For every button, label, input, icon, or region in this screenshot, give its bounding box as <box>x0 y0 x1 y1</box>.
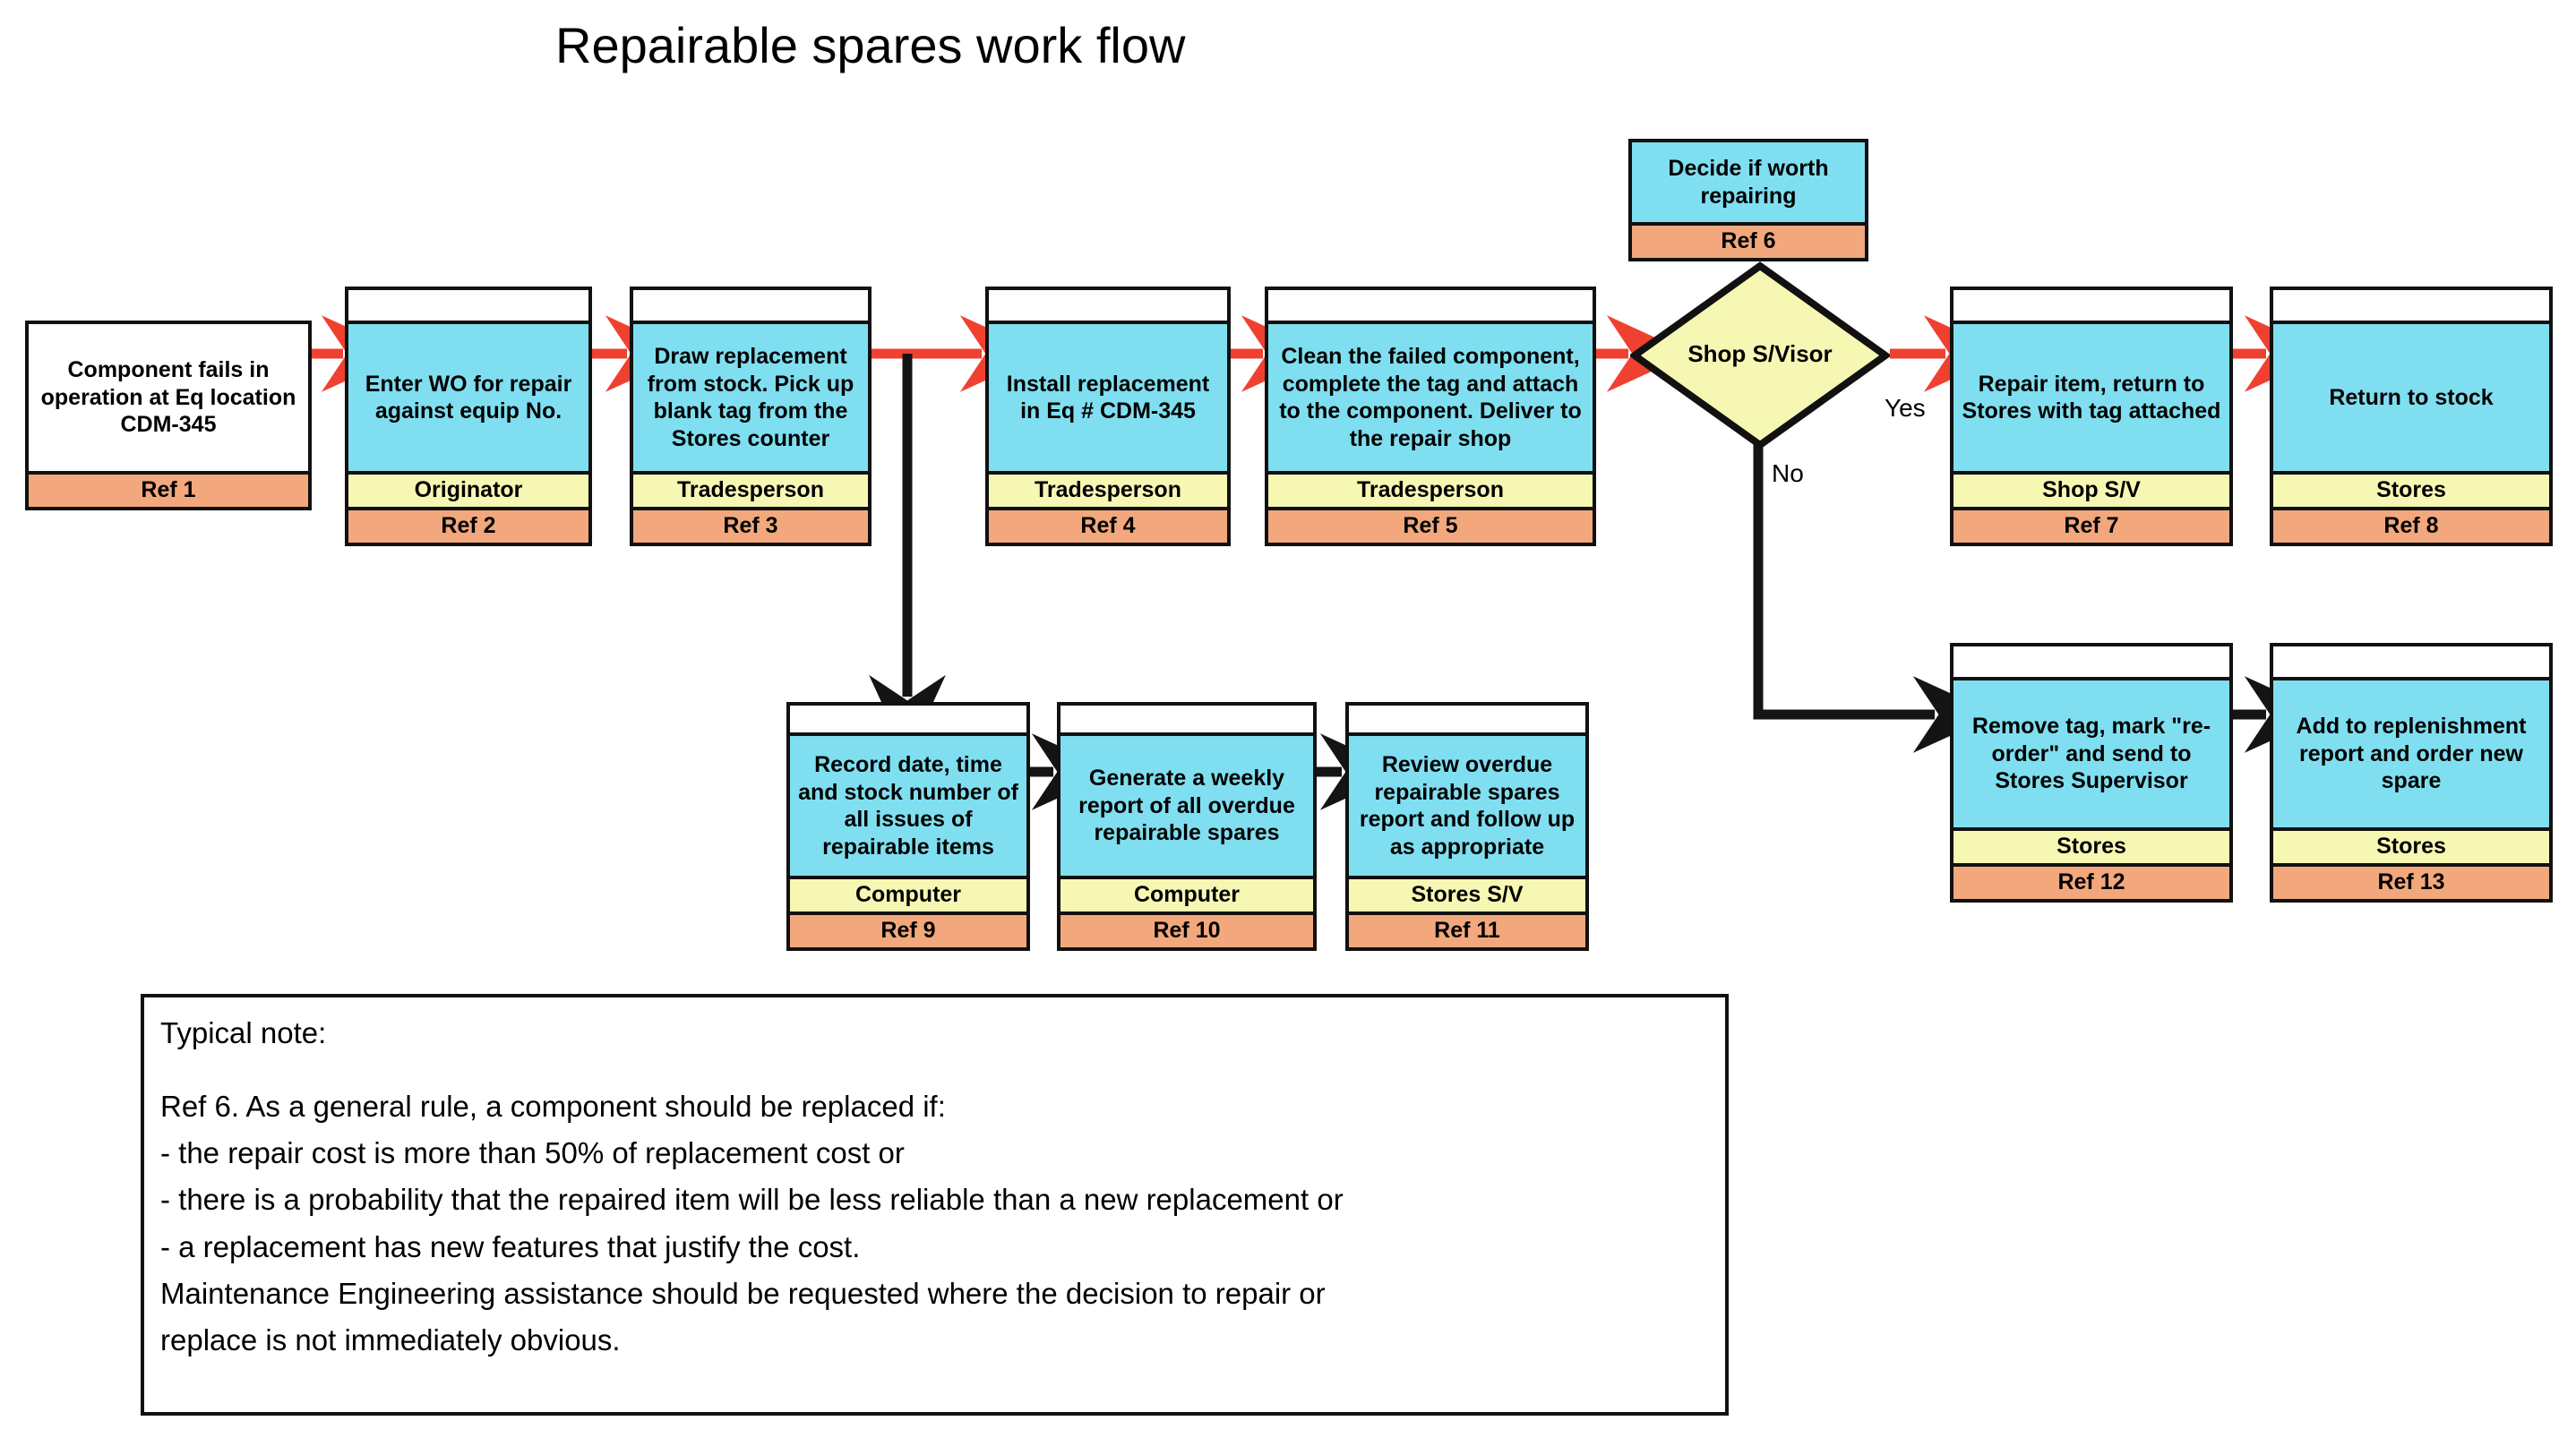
node-ref11-text: Review overdue repairable spares report … <box>1349 732 1585 876</box>
note-spacer <box>160 1057 1709 1083</box>
node-ref13-cap <box>2273 646 2549 677</box>
node-ref8-text: Return to stock <box>2273 321 2549 471</box>
node-ref3-text: Draw replacement from stock. Pick up bla… <box>633 321 868 471</box>
node-ref7-role: Shop S/V <box>1953 471 2229 507</box>
node-ref8[interactable]: Return to stock Stores Ref 8 <box>2270 287 2553 546</box>
node-ref10-text: Generate a weekly report of all overdue … <box>1060 732 1313 876</box>
node-ref9-cap <box>790 706 1026 732</box>
node-ref1-ref: Ref 1 <box>29 471 308 507</box>
node-ref10-role: Computer <box>1060 876 1313 912</box>
node-ref4-cap <box>989 290 1227 321</box>
edge-label-yes: Yes <box>1885 394 1926 422</box>
note-line-4: - a replacement has new features that ju… <box>160 1229 861 1263</box>
node-ref4[interactable]: Install replacement in Eq # CDM-345 Trad… <box>985 287 1231 546</box>
page-title: Repairable spares work flow <box>555 17 1186 73</box>
node-ref5-role: Tradesperson <box>1268 471 1593 507</box>
note-line-3: - there is a probability that the repair… <box>160 1183 1344 1217</box>
node-ref6-ref: Ref 6 <box>1632 222 1865 258</box>
node-ref10[interactable]: Generate a weekly report of all overdue … <box>1057 702 1317 951</box>
node-ref9-ref: Ref 9 <box>790 912 1026 947</box>
node-ref2[interactable]: Enter WO for repair against equip No. Or… <box>345 287 592 546</box>
node-ref8-ref: Ref 8 <box>2273 507 2549 543</box>
node-ref8-cap <box>2273 290 2549 321</box>
node-ref6[interactable]: Decide if worth repairing Ref 6 <box>1628 139 1868 261</box>
node-ref4-role: Tradesperson <box>989 471 1227 507</box>
node-ref12-cap <box>1953 646 2229 677</box>
node-ref12-ref: Ref 12 <box>1953 863 2229 899</box>
node-ref2-cap <box>348 290 588 321</box>
note-line-6: replace is not immediately obvious. <box>160 1322 621 1357</box>
node-ref3-role: Tradesperson <box>633 471 868 507</box>
node-ref10-cap <box>1060 706 1313 732</box>
node-ref1-text: Component fails in operation at Eq locat… <box>29 324 308 471</box>
decision-diamond-shape <box>1630 261 1890 449</box>
node-ref12-role: Stores <box>1953 827 2229 863</box>
node-ref7-cap <box>1953 290 2229 321</box>
node-ref13-text: Add to replenishment report and order ne… <box>2273 677 2549 827</box>
node-ref7-ref: Ref 7 <box>1953 507 2229 543</box>
node-ref9-role: Computer <box>790 876 1026 912</box>
node-ref9-text: Record date, time and stock number of al… <box>790 732 1026 876</box>
node-ref1[interactable]: Component fails in operation at Eq locat… <box>25 321 312 510</box>
node-ref10-ref: Ref 10 <box>1060 912 1313 947</box>
node-ref11[interactable]: Review overdue repairable spares report … <box>1345 702 1589 951</box>
node-ref12[interactable]: Remove tag, mark "re-order" and send to … <box>1950 643 2233 903</box>
node-ref7-text: Repair item, return to Stores with tag a… <box>1953 321 2229 471</box>
edge-label-no: No <box>1772 459 1804 487</box>
node-ref5-text: Clean the failed component, complete the… <box>1268 321 1593 471</box>
node-ref2-text: Enter WO for repair against equip No. <box>348 321 588 471</box>
node-ref2-ref: Ref 2 <box>348 507 588 543</box>
node-ref9[interactable]: Record date, time and stock number of al… <box>786 702 1030 951</box>
flowchart-canvas: Repairable spares work flow Component fa… <box>0 0 2576 1455</box>
note-heading: Typical note: <box>160 1016 327 1049</box>
node-ref4-text: Install replacement in Eq # CDM-345 <box>989 321 1227 471</box>
node-ref3[interactable]: Draw replacement from stock. Pick up bla… <box>630 287 872 546</box>
node-ref2-role: Originator <box>348 471 588 507</box>
note-line-5: Maintenance Engineering assistance shoul… <box>160 1276 1326 1310</box>
node-ref6-text: Decide if worth repairing <box>1632 142 1865 222</box>
node-ref13[interactable]: Add to replenishment report and order ne… <box>2270 643 2553 903</box>
node-ref8-role: Stores <box>2273 471 2549 507</box>
node-ref7[interactable]: Repair item, return to Stores with tag a… <box>1950 287 2233 546</box>
node-ref4-ref: Ref 4 <box>989 507 1227 543</box>
node-ref5[interactable]: Clean the failed component, complete the… <box>1265 287 1596 546</box>
decision-shop-supervisor[interactable]: Shop S/Visor <box>1630 261 1890 449</box>
node-ref11-role: Stores S/V <box>1349 876 1585 912</box>
node-ref13-role: Stores <box>2273 827 2549 863</box>
node-ref13-ref: Ref 13 <box>2273 863 2549 899</box>
node-ref3-cap <box>633 290 868 321</box>
node-ref11-cap <box>1349 706 1585 732</box>
node-ref11-ref: Ref 11 <box>1349 912 1585 947</box>
node-ref5-ref: Ref 5 <box>1268 507 1593 543</box>
typical-note-box: Typical note: Ref 6. As a general rule, … <box>141 994 1729 1416</box>
node-ref5-cap <box>1268 290 1593 321</box>
note-line-1: Ref 6. As a general rule, a component sh… <box>160 1090 946 1124</box>
note-line-2: - the repair cost is more than 50% of re… <box>160 1136 905 1170</box>
node-ref3-ref: Ref 3 <box>633 507 868 543</box>
node-ref12-text: Remove tag, mark "re-order" and send to … <box>1953 677 2229 827</box>
